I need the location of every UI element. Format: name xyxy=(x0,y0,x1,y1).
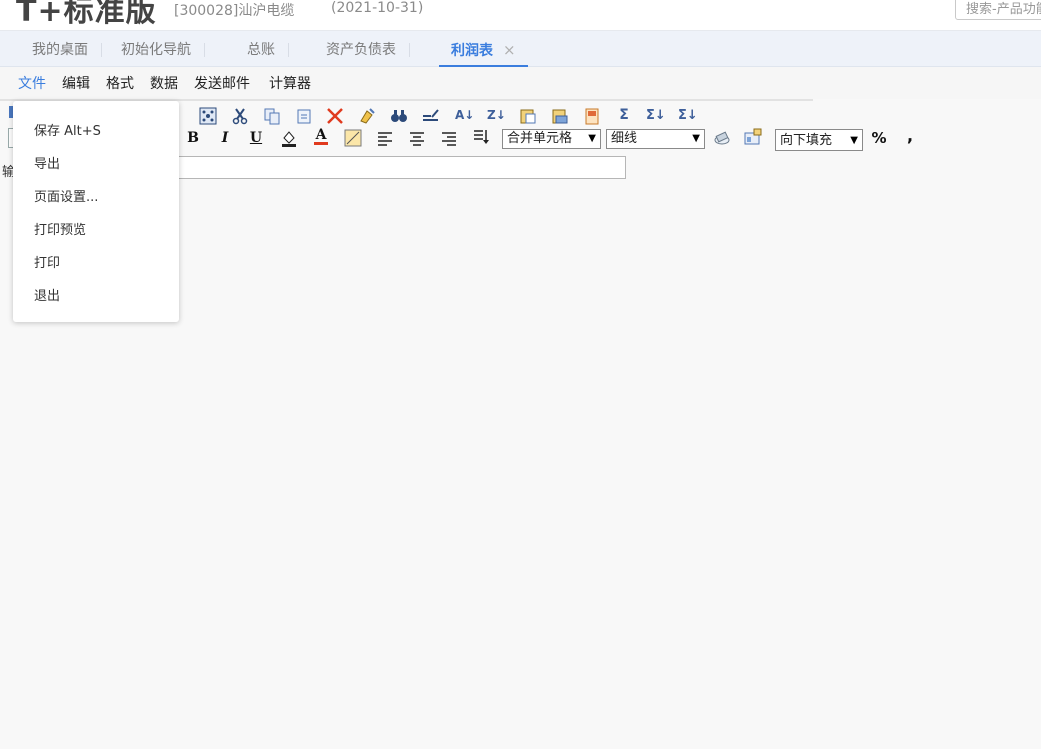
merge-cells-value: 合并单元格 xyxy=(507,131,573,146)
menu-item-print-preview[interactable]: 打印预览 xyxy=(34,219,86,238)
menu-item-save[interactable]: 保存 Alt+S xyxy=(34,120,101,139)
paste-icon[interactable] xyxy=(295,107,313,125)
fill-color-icon[interactable] xyxy=(280,129,298,147)
line-style-value: 细线 xyxy=(611,131,638,146)
find-icon[interactable] xyxy=(390,107,408,125)
menu-file[interactable]: 文件 xyxy=(18,73,46,93)
comma-button[interactable]: , xyxy=(901,127,919,145)
tab-bar: 我的桌面 初始化导航 总账 资产负债表 利润表 × xyxy=(0,31,1041,68)
bold-button[interactable]: B xyxy=(184,129,202,147)
sum-column-icon[interactable]: Σ↓ xyxy=(678,106,698,124)
company-name[interactable]: [300028]汕沪电缆 xyxy=(174,0,294,20)
menu-send-email[interactable]: 发送邮件 xyxy=(194,73,250,93)
cell-grid-icon[interactable] xyxy=(199,107,217,125)
formula-input[interactable] xyxy=(170,156,626,179)
font-color-label: A xyxy=(315,127,327,143)
tab-income-statement[interactable]: 利润表 × xyxy=(439,39,528,68)
wrap-text-icon[interactable] xyxy=(472,128,490,146)
search-box[interactable] xyxy=(955,0,1041,20)
replace-icon[interactable] xyxy=(422,107,440,125)
eraser-icon[interactable] xyxy=(713,129,731,147)
insert-chart-icon[interactable] xyxy=(744,128,762,146)
template-icon[interactable] xyxy=(583,107,601,125)
menu-item-exit[interactable]: 退出 xyxy=(34,285,60,304)
fill-down-value: 向下填充 xyxy=(780,133,833,148)
underline-button[interactable]: U xyxy=(247,129,265,147)
italic-button[interactable]: I xyxy=(216,129,234,147)
copy-icon[interactable] xyxy=(263,107,281,125)
sort-descending-label: Z↓ xyxy=(487,108,506,122)
paste-values-icon[interactable] xyxy=(551,107,569,125)
sort-ascending-icon[interactable]: A↓ xyxy=(455,106,475,124)
tab-label: 我的桌面 xyxy=(32,42,88,58)
tab-general-ledger[interactable]: 总账 xyxy=(247,39,289,65)
tab-label: 利润表 xyxy=(451,43,493,59)
menu-item-export[interactable]: 导出 xyxy=(34,153,60,172)
accounting-period: (2021-10-31) xyxy=(331,0,424,16)
sort-descending-icon[interactable]: Z↓ xyxy=(487,106,506,124)
tab-my-desktop[interactable]: 我的桌面 xyxy=(32,39,102,65)
paste-special-icon[interactable] xyxy=(519,107,537,125)
cut-icon[interactable] xyxy=(231,107,249,125)
sum-column-label: Σ↓ xyxy=(678,108,698,123)
menu-calculator[interactable]: 计算器 xyxy=(269,73,311,93)
tab-label: 总账 xyxy=(247,42,275,58)
chevron-down-icon: ▼ xyxy=(588,133,596,144)
menu-data[interactable]: 数据 xyxy=(150,73,178,93)
tab-init-guide[interactable]: 初始化导航 xyxy=(121,39,205,65)
tab-label: 初始化导航 xyxy=(121,42,191,58)
merge-cells-select[interactable]: 合并单元格 ▼ xyxy=(502,129,601,149)
percent-button[interactable]: % xyxy=(870,129,888,147)
align-left-icon[interactable] xyxy=(376,129,394,147)
menu-edit[interactable]: 编辑 xyxy=(62,73,90,93)
sum-label: Σ xyxy=(619,107,629,123)
chevron-down-icon: ▼ xyxy=(692,133,700,144)
app-header: T+标准版 [300028]汕沪电缆 (2021-10-31) xyxy=(0,0,1041,31)
delete-icon[interactable] xyxy=(326,107,344,125)
sum-row-label: Σ↓ xyxy=(646,108,666,123)
align-right-icon[interactable] xyxy=(440,129,458,147)
clear-format-icon[interactable] xyxy=(358,107,376,125)
sort-ascending-label: A↓ xyxy=(455,108,475,122)
font-color-icon[interactable]: A xyxy=(312,128,330,146)
close-icon[interactable]: × xyxy=(503,41,516,59)
fill-down-select[interactable]: 向下填充 ▼ xyxy=(775,129,863,151)
menu-item-page-setup[interactable]: 页面设置... xyxy=(34,186,98,205)
sum-icon[interactable]: Σ xyxy=(615,106,633,124)
sum-row-icon[interactable]: Σ↓ xyxy=(646,106,666,124)
menu-format[interactable]: 格式 xyxy=(106,73,134,93)
file-menu-dropdown: 保存 Alt+S 导出 页面设置... 打印预览 打印 退出 xyxy=(13,101,179,322)
line-style-select[interactable]: 细线 ▼ xyxy=(606,129,705,149)
align-center-icon[interactable] xyxy=(408,129,426,147)
search-input[interactable] xyxy=(956,0,1041,19)
border-icon[interactable] xyxy=(344,129,362,147)
menu-item-print[interactable]: 打印 xyxy=(34,252,60,271)
brand-title: T+标准版 xyxy=(16,0,157,29)
tab-balance-sheet[interactable]: 资产负债表 xyxy=(326,39,410,65)
tab-label: 资产负债表 xyxy=(326,42,396,58)
chevron-down-icon: ▼ xyxy=(850,135,858,146)
menu-bar: 文件 编辑 格式 数据 发送邮件 计算器 xyxy=(0,67,1041,99)
